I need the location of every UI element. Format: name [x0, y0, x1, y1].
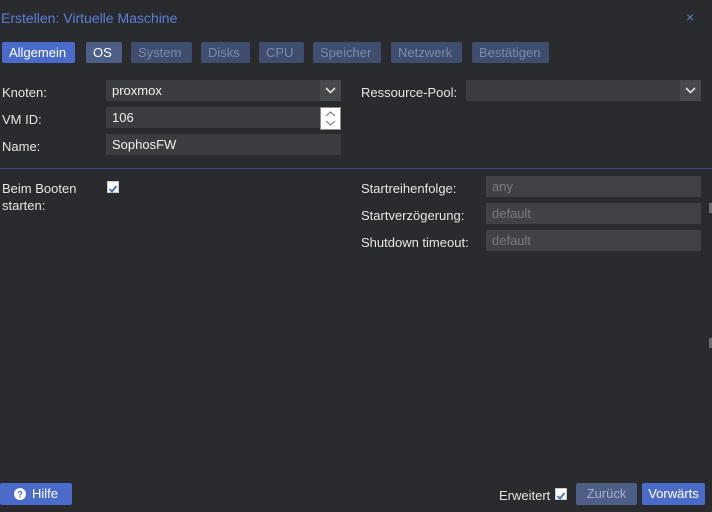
- startup-delay-placeholder: default: [492, 206, 532, 221]
- name-label: Name:: [2, 139, 41, 154]
- startup-delay-input[interactable]: default: [486, 203, 701, 224]
- startup-order-label: Startreihenfolge:: [361, 181, 457, 196]
- section-divider: [0, 168, 712, 169]
- chevron-down-icon[interactable]: [320, 80, 341, 101]
- pool-select[interactable]: [466, 80, 701, 101]
- node-label: Knoten:: [2, 85, 47, 100]
- onboot-checkbox[interactable]: [107, 181, 119, 193]
- tab-system[interactable]: System: [131, 42, 192, 63]
- tab-bestaetigen[interactable]: Bestätigen: [472, 42, 549, 63]
- help-button[interactable]: ? Hilfe: [0, 483, 72, 505]
- tab-allgemein[interactable]: Allgemein: [2, 42, 75, 63]
- checkmark-icon: [556, 492, 566, 500]
- next-button[interactable]: Vorwärts: [642, 483, 705, 505]
- onboot-label-line2: starten:: [2, 198, 46, 213]
- vmid-label: VM ID:: [2, 112, 42, 127]
- node-value: proxmox: [112, 83, 162, 98]
- startup-order-placeholder: any: [492, 179, 513, 194]
- shutdown-timeout-input[interactable]: default: [486, 230, 701, 251]
- tab-speicher[interactable]: Speicher: [313, 42, 381, 63]
- help-label: Hilfe: [31, 486, 58, 501]
- advanced-label: Erweitert: [499, 488, 551, 503]
- node-select[interactable]: proxmox: [106, 80, 341, 101]
- svg-text:?: ?: [17, 490, 23, 500]
- startup-delay-label: Startverzögerung:: [361, 208, 465, 223]
- onboot-label-line1: Beim Booten: [2, 181, 77, 196]
- close-icon[interactable]: ×: [686, 10, 698, 24]
- window-title: Erstellen: Virtuelle Maschine: [1, 10, 178, 26]
- checkmark-icon: [108, 185, 118, 193]
- tab-cpu[interactable]: CPU: [259, 42, 304, 63]
- shutdown-timeout-placeholder: default: [492, 233, 532, 248]
- tab-disks[interactable]: Disks: [201, 42, 250, 63]
- vmid-spinner-field[interactable]: 106: [106, 107, 341, 130]
- tab-os[interactable]: OS: [86, 42, 122, 63]
- back-button[interactable]: Zurück: [576, 483, 637, 505]
- startup-order-input[interactable]: any: [486, 176, 701, 197]
- spinner-icon[interactable]: [320, 107, 341, 130]
- shutdown-timeout-label: Shutdown timeout:: [361, 235, 469, 250]
- chevron-down-icon[interactable]: [680, 80, 701, 101]
- vmid-value: 106: [112, 110, 134, 125]
- tab-netzwerk[interactable]: Netzwerk: [391, 42, 462, 63]
- question-circle-icon: ?: [13, 488, 26, 500]
- advanced-checkbox[interactable]: [555, 488, 567, 500]
- window-titlebar: Erstellen: Virtuelle Maschine ×: [0, 0, 712, 36]
- name-input[interactable]: SophosFW: [106, 134, 341, 155]
- name-value: SophosFW: [112, 137, 177, 152]
- pool-label: Ressource-Pool:: [361, 85, 458, 100]
